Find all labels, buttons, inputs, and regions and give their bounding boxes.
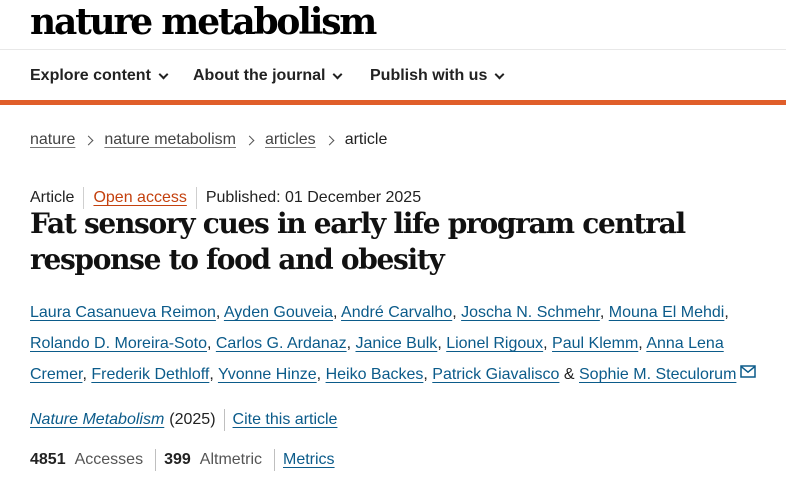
- metrics-link[interactable]: Metrics: [283, 451, 335, 469]
- author-separator: ,: [543, 335, 553, 352]
- nav-publish-with-us[interactable]: Publish with us: [370, 67, 505, 85]
- author-list: Laura Casanueva Reimon, Ayden Gouveia, A…: [30, 297, 775, 390]
- journal-logo[interactable]: nature metabolism: [30, 0, 377, 44]
- author-separator: ,: [599, 304, 609, 321]
- author-separator: ,: [423, 366, 433, 383]
- chevron-down-icon: [332, 69, 343, 79]
- divider: [155, 449, 157, 471]
- breadcrumb-current: article: [344, 131, 388, 148]
- author-separator: ,: [333, 304, 342, 321]
- author-link[interactable]: Frederik Dethloff: [91, 366, 209, 383]
- author-link[interactable]: Patrick Giavalisco: [432, 366, 559, 383]
- published-date: Published: 01 December 2025: [205, 189, 422, 206]
- author-separator: ,: [82, 366, 92, 383]
- citation-line: Nature Metabolism (2025) Cite this artic…: [30, 409, 337, 431]
- author-link[interactable]: Heiko Backes: [326, 366, 424, 383]
- author-link[interactable]: Paul Klemm: [552, 335, 638, 352]
- cite-this-article-link[interactable]: Cite this article: [233, 411, 338, 429]
- author-link[interactable]: Janice Bulk: [355, 335, 437, 352]
- chevron-down-icon: [158, 69, 169, 79]
- author-separator: ,: [437, 335, 447, 352]
- author-link[interactable]: Laura Casanueva Reimon: [30, 304, 216, 321]
- chevron-down-icon: [494, 69, 505, 79]
- author-separator: ,: [206, 335, 216, 352]
- author-link[interactable]: Yvonne Hinze: [218, 366, 317, 383]
- breadcrumb-nature-metabolism[interactable]: nature metabolism: [104, 131, 236, 149]
- author-separator: ,: [316, 366, 326, 383]
- envelope-icon[interactable]: [740, 365, 757, 378]
- chevron-right-icon: [244, 135, 255, 145]
- publication-year: (2025): [169, 411, 216, 428]
- author-link[interactable]: Carlos G. Ardanaz: [216, 335, 347, 352]
- breadcrumb: nature nature metabolism articles articl…: [30, 131, 387, 149]
- chevron-right-icon: [324, 135, 335, 145]
- author-link[interactable]: Rolando D. Moreira-Soto: [30, 335, 207, 352]
- author-link[interactable]: Joscha N. Schmehr: [461, 304, 600, 321]
- nav-item-label: Explore content: [30, 67, 151, 84]
- open-access-link[interactable]: Open access: [93, 189, 186, 207]
- author-link[interactable]: Lionel Rigoux: [446, 335, 543, 352]
- journal-link[interactable]: Nature Metabolism: [30, 411, 164, 429]
- accesses-count: 4851: [30, 451, 66, 468]
- author-link[interactable]: Mouna El Mehdi: [609, 304, 725, 321]
- author-separator: ,: [452, 304, 462, 321]
- article-title: Fat sensory cues in early life program c…: [30, 207, 686, 276]
- author-separator-last: &: [559, 366, 579, 383]
- nav-about-the-journal[interactable]: About the journal: [193, 67, 343, 85]
- breadcrumb-articles[interactable]: articles: [265, 131, 316, 149]
- nav-item-label: Publish with us: [370, 67, 488, 84]
- article-metrics: 4851 Accesses 399 Altmetric Metrics: [30, 449, 335, 471]
- nav-explore-content[interactable]: Explore content: [30, 67, 169, 85]
- author-link[interactable]: André Carvalho: [341, 304, 452, 321]
- article-type: Article: [30, 189, 75, 206]
- author-separator: ,: [209, 366, 218, 383]
- divider: [274, 449, 275, 471]
- breadcrumb-nature[interactable]: nature: [30, 131, 75, 149]
- chevron-right-icon: [83, 135, 94, 145]
- nav-item-label: About the journal: [193, 67, 326, 84]
- author-separator: ,: [215, 304, 224, 321]
- main-nav: Explore content About the journal Publis…: [0, 50, 786, 105]
- divider: [223, 409, 225, 431]
- author-separator: ,: [724, 304, 729, 321]
- site-header: nature metabolism: [0, 0, 786, 50]
- author-link[interactable]: Sophie M. Steculorum: [579, 366, 736, 383]
- author-link[interactable]: Ayden Gouveia: [224, 304, 333, 321]
- accesses-label: Accesses: [74, 451, 144, 468]
- altmetric-label: Altmetric: [199, 451, 262, 468]
- altmetric-count: 399: [164, 451, 191, 468]
